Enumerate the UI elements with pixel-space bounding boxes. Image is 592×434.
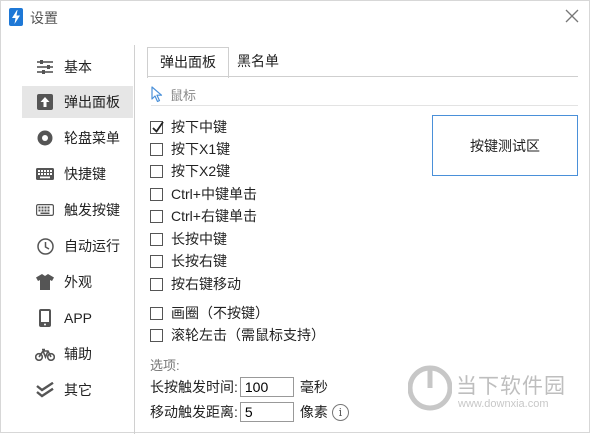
sidebar-item-label: 轮盘菜单: [64, 130, 120, 146]
checkbox-label: 滚轮左击（需鼠标支持）: [171, 327, 325, 343]
tab-blacklist[interactable]: 黑名单: [225, 51, 291, 77]
watermark-url: www.downxia.com: [458, 398, 549, 410]
tab-popup-panel[interactable]: 弹出面板: [147, 47, 229, 78]
checkbox-label: Ctrl+右键单击: [171, 208, 257, 224]
checkbox-ctrl-middle-click[interactable]: Ctrl+中键单击: [150, 184, 257, 204]
options-label: 选项:: [150, 358, 180, 373]
move-distance-unit: 像素: [299, 404, 328, 420]
tab-bar: 弹出面板 黑名单: [135, 45, 591, 78]
sidebar-item-label: 自动运行: [64, 238, 120, 254]
sidebar-item-hotkeys[interactable]: 快捷键: [22, 158, 133, 190]
sidebar-item-label: 触发按键: [64, 202, 120, 218]
checkbox-label: 按下中键: [171, 119, 227, 135]
checkbox-box[interactable]: [150, 232, 163, 246]
checkbox-draw-circle[interactable]: 画圈（不按键）: [150, 303, 269, 323]
sidebar-item-appearance[interactable]: 外观: [22, 266, 133, 298]
watermark-logo-icon: [408, 365, 452, 411]
wheel-icon: [35, 128, 55, 148]
checkbox-label: 按下X1键: [171, 141, 231, 157]
checkmark-icon: [152, 120, 164, 133]
checkbox-press-middle[interactable]: 按下中键: [150, 117, 227, 137]
sidebar-item-other[interactable]: 其它: [22, 374, 133, 406]
sidebar-item-label: 弹出面板: [64, 94, 120, 110]
settings-window: 设置 基本 弹出面板 轮盘菜单 快捷键 触发按键 自动运行 外观 APP 辅助 …: [0, 0, 591, 434]
checkbox-box[interactable]: [150, 164, 163, 178]
mouse-pointer-icon: [151, 86, 163, 103]
sliders-icon: [35, 57, 55, 77]
section-divider: [151, 105, 578, 106]
checkbox-long-press-right[interactable]: 长按右键: [150, 251, 227, 271]
key-test-area[interactable]: 按键测试区: [432, 115, 578, 176]
checkbox-box[interactable]: [150, 187, 163, 201]
sidebar-item-label: APP: [64, 310, 93, 326]
clock-icon: [35, 236, 55, 256]
sidebar-item-autorun[interactable]: 自动运行: [22, 230, 133, 262]
long-press-time-unit: 毫秒: [299, 379, 328, 395]
sidebar-item-label: 其它: [64, 382, 92, 398]
upload-box-icon: [35, 92, 55, 112]
info-icon[interactable]: i: [331, 403, 349, 421]
long-press-time-row: 长按触发时间: 毫秒: [150, 376, 328, 398]
checkbox-label: 按右键移动: [171, 276, 241, 292]
checkbox-label: 画圈（不按键）: [171, 305, 269, 321]
key-test-area-label: 按键测试区: [470, 137, 540, 154]
window-title: 设置: [30, 10, 58, 26]
long-press-time-label: 长按触发时间:: [150, 379, 238, 395]
close-button[interactable]: [561, 5, 583, 27]
section-title: 鼠标: [170, 88, 197, 103]
tshirt-icon: [35, 272, 55, 292]
checkbox-box[interactable]: [150, 306, 163, 320]
checkbox-press-x1[interactable]: 按下X1键: [150, 139, 230, 159]
sidebar-item-basic[interactable]: 基本: [22, 51, 133, 83]
sidebar-item-wheel-menu[interactable]: 轮盘菜单: [22, 122, 133, 154]
bicycle-icon: [35, 344, 55, 364]
sidebar-item-label: 外观: [64, 274, 92, 290]
checkbox-box[interactable]: [150, 254, 163, 268]
long-press-time-input[interactable]: [239, 377, 294, 397]
keyboard-outline-icon: [35, 200, 55, 220]
move-distance-row: 移动触发距离: 像素 i: [150, 401, 349, 423]
sidebar-item-popup-panel[interactable]: 弹出面板: [22, 86, 133, 118]
checkbox-label: 长按中键: [171, 231, 227, 247]
sidebar-item-assist[interactable]: 辅助: [22, 338, 133, 370]
checkbox-wheel-left-click[interactable]: 滚轮左击（需鼠标支持）: [150, 325, 325, 345]
checkbox-ctrl-right-click[interactable]: Ctrl+右键单击: [150, 206, 257, 226]
sidebar-item-label: 快捷键: [64, 166, 106, 182]
title-bar: 设置: [1, 1, 589, 35]
checkbox-box[interactable]: [150, 277, 163, 291]
sidebar-item-app[interactable]: APP: [22, 302, 133, 334]
watermark-text: 当下软件园: [456, 375, 566, 398]
checkbox-press-x2[interactable]: 按下X2键: [150, 161, 230, 181]
sidebar-item-label: 基本: [64, 59, 92, 75]
tab-divider: [147, 76, 578, 77]
checkbox-box[interactable]: [150, 120, 164, 134]
checkbox-box[interactable]: [150, 328, 163, 342]
keyboard-icon: [35, 164, 55, 184]
close-icon: [565, 9, 579, 23]
sidebar-divider: [134, 45, 135, 434]
double-check-icon: [35, 380, 55, 400]
lightning-app-icon: [9, 8, 23, 26]
checkbox-box[interactable]: [150, 142, 163, 156]
checkbox-label: 按下X2键: [171, 163, 231, 179]
checkbox-label: Ctrl+中键单击: [171, 186, 257, 202]
checkbox-right-drag[interactable]: 按右键移动: [150, 274, 241, 294]
move-distance-input[interactable]: [239, 402, 294, 422]
checkbox-long-press-middle[interactable]: 长按中键: [150, 229, 227, 249]
watermark: 当下软件园 www.downxia.com: [406, 358, 586, 428]
checkbox-box[interactable]: [150, 209, 163, 223]
mouse-section-header: 鼠标: [151, 85, 196, 104]
phone-icon: [35, 308, 55, 328]
sidebar-item-trigger-keys[interactable]: 触发按键: [22, 194, 133, 226]
checkbox-label: 长按右键: [171, 253, 227, 269]
sidebar-item-label: 辅助: [64, 346, 92, 362]
move-distance-label: 移动触发距离:: [150, 404, 238, 420]
